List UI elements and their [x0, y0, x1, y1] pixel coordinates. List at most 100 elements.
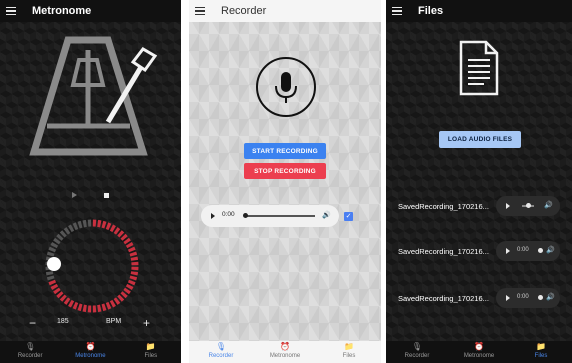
file-player: 0:00 🔊	[496, 288, 560, 308]
dial-segment	[97, 219, 102, 228]
dial-segment	[125, 283, 134, 290]
stop-icon[interactable]	[104, 193, 109, 198]
file-name[interactable]: SavedRecording_170216...	[398, 202, 489, 211]
dial-segment	[113, 227, 121, 235]
dial-segment	[63, 227, 71, 235]
play-icon[interactable]	[506, 248, 510, 254]
app-bar: Files	[386, 0, 572, 22]
player-time: 0:00	[222, 211, 235, 218]
nav-files[interactable]: 📁 Files	[510, 341, 571, 360]
dial-segment	[120, 291, 128, 299]
dial-segment	[125, 242, 134, 249]
stop-recording-button[interactable]: STOP RECORDING	[244, 163, 326, 179]
file-name[interactable]: SavedRecording_170216...	[398, 247, 489, 256]
dial-segment	[50, 283, 59, 290]
metronome-visual	[29, 36, 158, 313]
dial-segment	[46, 251, 55, 257]
seek-bar[interactable]	[245, 215, 315, 217]
dial-segment	[105, 301, 112, 310]
nav-label: Metronome	[75, 353, 106, 359]
nav-label: Metronome	[463, 353, 495, 359]
audio-player: 0:00 🔊	[201, 205, 339, 227]
dial-segment	[77, 220, 83, 229]
page-title: Files	[418, 5, 444, 17]
app-bar: Recorder	[189, 0, 381, 22]
nav-recorder[interactable]: 🎙 Recorder	[0, 341, 60, 360]
file-name[interactable]: SavedRecording_170216...	[398, 294, 489, 303]
dial-segment	[72, 301, 79, 310]
dial-segment	[117, 294, 125, 302]
dial-segment	[129, 275, 138, 281]
dial-segment	[130, 256, 139, 261]
play-icon[interactable]	[211, 213, 215, 219]
play-icon[interactable]	[72, 192, 77, 198]
dial-segment	[109, 299, 116, 308]
nav-label: Files	[144, 353, 158, 359]
bpm-increase-button[interactable]: +	[143, 316, 150, 330]
dial-segment	[123, 237, 131, 245]
seek-knob[interactable]	[538, 295, 543, 300]
dial-segment	[129, 251, 138, 257]
metronome-icon	[29, 36, 158, 156]
dial-segment	[56, 233, 64, 241]
dial-segment	[101, 303, 107, 312]
nav-metronome[interactable]: ⏰ Metronome	[253, 341, 316, 360]
folder-icon: 📁	[536, 342, 546, 351]
volume-icon[interactable]: 🔊	[322, 211, 331, 219]
load-audio-files-button[interactable]: LOAD AUDIO FILES	[439, 131, 521, 148]
bottom-navigation: 🎙 Recorder ⏰ Metronome 📁 Files	[189, 341, 381, 363]
start-recording-button[interactable]: START RECORDING	[244, 143, 326, 159]
file-player: 🔊	[496, 196, 560, 216]
nav-label: Recorder	[404, 353, 430, 359]
bottom-navigation: 🎙 Recorder ⏰ Metronome 📁 Files	[0, 341, 181, 363]
dial-segment	[72, 222, 79, 231]
hamburger-icon[interactable]	[195, 5, 205, 18]
dial-segment	[101, 220, 107, 229]
seek-knob[interactable]	[538, 248, 543, 253]
dial-segment	[127, 279, 136, 286]
tempo-dial[interactable]	[45, 219, 139, 313]
player-time: 0:00	[517, 247, 529, 253]
nav-metronome[interactable]: ⏰ Metronome	[448, 341, 509, 360]
dial-segment	[117, 230, 125, 238]
nav-recorder[interactable]: 🎙 Recorder	[386, 341, 447, 360]
hamburger-icon[interactable]	[392, 5, 402, 18]
play-icon[interactable]	[506, 203, 510, 209]
save-checkbox[interactable]: ✓	[344, 212, 353, 221]
microphone-icon: 🎙	[215, 342, 227, 351]
folder-icon: 📁	[344, 342, 354, 351]
volume-icon[interactable]: 🔊	[544, 201, 553, 209]
play-icon[interactable]	[506, 295, 510, 301]
microphone-icon: 🎙	[411, 342, 423, 351]
dial-knob[interactable]	[47, 257, 61, 271]
dial-segment	[120, 233, 128, 241]
dial-segment	[48, 246, 57, 253]
dial-segment	[68, 224, 75, 233]
nav-files[interactable]: 📁 Files	[317, 341, 380, 360]
volume-icon[interactable]: 🔊	[546, 246, 555, 254]
bpm-value: 185	[57, 318, 69, 325]
dial-segment	[105, 222, 112, 231]
volume-icon[interactable]: 🔊	[546, 293, 555, 301]
dial-segment	[130, 271, 139, 276]
document-icon	[459, 40, 499, 96]
seek-knob[interactable]	[526, 203, 531, 208]
nav-label: Files	[534, 353, 548, 359]
nav-recorder[interactable]: 🎙 Recorder	[189, 341, 252, 360]
bottom-navigation: 🎙 Recorder ⏰ Metronome 📁 Files	[386, 341, 572, 363]
file-player: 0:00 🔊	[496, 241, 560, 261]
recorder-screen: Recorder START RECORDING STOP RECORDING …	[189, 0, 381, 363]
nav-metronome[interactable]: ⏰ Metronome	[61, 341, 121, 360]
dial-segment	[97, 304, 102, 313]
dial-segment	[113, 297, 121, 305]
bpm-decrease-button[interactable]: −	[29, 316, 36, 330]
nav-files[interactable]: 📁 Files	[121, 341, 181, 360]
nav-label: Recorder	[208, 353, 234, 359]
seek-knob[interactable]	[243, 213, 248, 218]
metronome-icon: ⏰	[474, 342, 484, 351]
record-mic-button[interactable]	[256, 57, 316, 117]
bpm-unit-label: BPM	[106, 318, 122, 325]
folder-icon: 📁	[145, 342, 156, 351]
dial-segment	[127, 246, 136, 253]
player-time: 0:00	[517, 294, 529, 300]
